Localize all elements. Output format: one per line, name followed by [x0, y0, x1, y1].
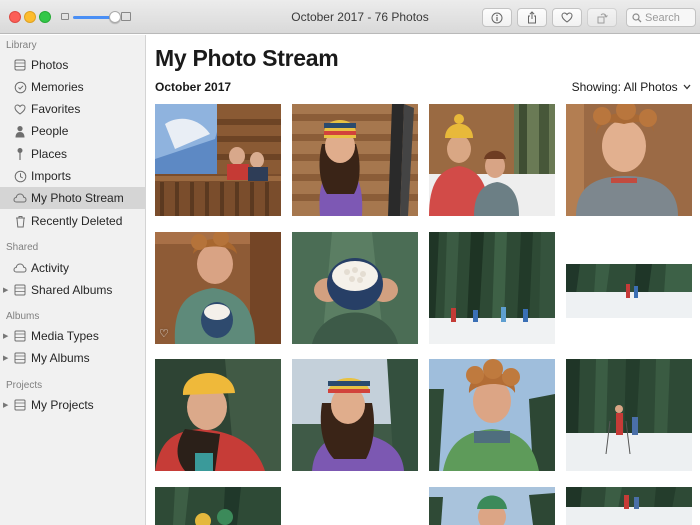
photo-thumbnail[interactable] — [566, 359, 692, 471]
disclosure-triangle-icon[interactable]: ▶ — [3, 332, 8, 340]
main-content: My Photo Stream October 2017 Showing: Al… — [147, 35, 700, 525]
sidebar-item-label: Shared Albums — [31, 283, 113, 297]
photo-thumbnail[interactable] — [429, 104, 555, 216]
photo-thumbnail[interactable] — [566, 264, 692, 318]
sidebar-item-imports[interactable]: Imports — [0, 165, 146, 187]
sidebar-heading-albums: Albums — [6, 311, 40, 322]
folder-icon — [13, 283, 27, 297]
cloud-icon — [13, 191, 27, 205]
sidebar: Library Photos Memories Favorites People… — [0, 35, 146, 525]
pin-icon — [13, 147, 27, 161]
disclosure-triangle-icon[interactable]: ▶ — [3, 354, 8, 362]
section-date-heading: October 2017 — [155, 80, 232, 94]
sidebar-item-label: Photos — [31, 58, 69, 72]
photo-thumbnail[interactable] — [292, 359, 418, 471]
photo-thumbnail[interactable] — [155, 487, 281, 525]
sidebar-item-my-projects[interactable]: ▶ My Projects — [0, 394, 146, 416]
sidebar-item-favorites[interactable]: Favorites — [0, 98, 146, 120]
photo-thumbnail[interactable] — [566, 104, 692, 216]
sidebar-heading-library: Library — [6, 40, 37, 51]
sidebar-item-my-albums[interactable]: ▶ My Albums — [0, 347, 146, 369]
sidebar-item-media-types[interactable]: ▶ Media Types — [0, 325, 146, 347]
sidebar-item-label: Media Types — [31, 329, 99, 343]
photo-thumbnail[interactable] — [292, 232, 418, 344]
favorite-button[interactable] — [552, 8, 582, 27]
chevron-down-icon — [683, 84, 691, 90]
search-input[interactable] — [645, 11, 691, 24]
sidebar-heading-shared: Shared — [6, 242, 39, 253]
sidebar-item-label: People — [31, 124, 69, 138]
sidebar-item-label: My Albums — [31, 351, 90, 365]
favorite-heart-icon[interactable]: ♡ — [159, 327, 169, 340]
photo-thumbnail[interactable] — [155, 359, 281, 471]
showing-filter-dropdown[interactable]: Showing: All Photos — [572, 80, 691, 94]
cloud-icon — [13, 261, 27, 275]
sidebar-item-memories[interactable]: Memories — [0, 76, 146, 98]
clock-icon — [13, 169, 27, 183]
photos-icon — [13, 58, 27, 72]
info-button[interactable] — [482, 8, 512, 27]
photo-thumbnail[interactable] — [429, 359, 555, 471]
close-window-button[interactable] — [9, 11, 21, 23]
zoom-window-button[interactable] — [39, 11, 51, 23]
folder-icon — [13, 329, 27, 343]
person-icon — [13, 124, 27, 138]
rotate-button[interactable] — [587, 8, 617, 27]
showing-filter-label: Showing: All Photos — [571, 80, 678, 94]
search-field[interactable] — [626, 8, 696, 27]
sidebar-item-label: My Photo Stream — [31, 191, 124, 205]
sidebar-item-my-photo-stream[interactable]: My Photo Stream — [0, 187, 146, 209]
sidebar-item-people[interactable]: People — [0, 120, 146, 142]
photo-thumbnail[interactable] — [155, 104, 281, 216]
photo-thumbnail[interactable] — [429, 487, 555, 525]
zoom-out-icon[interactable] — [61, 13, 69, 20]
sidebar-item-label: Memories — [31, 80, 84, 94]
heart-icon — [13, 102, 27, 116]
sidebar-item-label: Imports — [31, 169, 72, 183]
memories-icon — [13, 80, 27, 94]
page-title: My Photo Stream — [155, 45, 339, 71]
title-bar: October 2017 - 76 Photos — [0, 0, 700, 34]
folder-icon — [13, 351, 27, 365]
heart-icon — [561, 12, 573, 23]
disclosure-triangle-icon[interactable]: ▶ — [3, 286, 8, 294]
folder-icon — [13, 398, 27, 412]
sidebar-item-photos[interactable]: Photos — [0, 54, 146, 76]
photo-thumbnail[interactable] — [566, 487, 692, 525]
photo-thumbnail[interactable] — [292, 104, 418, 216]
disclosure-triangle-icon[interactable]: ▶ — [3, 401, 8, 409]
trash-icon — [13, 214, 27, 228]
sidebar-item-label: Favorites — [31, 102, 81, 116]
sidebar-item-label: Places — [31, 147, 68, 161]
minimize-window-button[interactable] — [24, 11, 36, 23]
photo-thumbnail[interactable]: ♡ — [155, 232, 281, 344]
sidebar-item-label: Recently Deleted — [31, 214, 123, 228]
sidebar-heading-projects: Projects — [6, 380, 43, 391]
photo-thumbnail[interactable] — [429, 232, 555, 344]
window-title: October 2017 - 76 Photos — [291, 10, 429, 24]
sidebar-item-places[interactable]: Places — [0, 143, 146, 165]
sidebar-item-label: Activity — [31, 261, 70, 275]
sidebar-item-label: My Projects — [31, 398, 94, 412]
sidebar-item-activity[interactable]: Activity — [0, 257, 146, 279]
sidebar-item-recently-deleted[interactable]: Recently Deleted — [0, 210, 146, 232]
info-icon — [491, 12, 503, 23]
zoom-in-icon[interactable] — [121, 12, 131, 21]
search-icon — [632, 12, 642, 22]
share-button[interactable] — [517, 8, 547, 27]
zoom-slider-knob[interactable] — [109, 11, 121, 23]
share-icon — [528, 11, 536, 24]
rotate-icon — [597, 12, 608, 23]
sidebar-item-shared-albums[interactable]: ▶ Shared Albums — [0, 279, 146, 301]
